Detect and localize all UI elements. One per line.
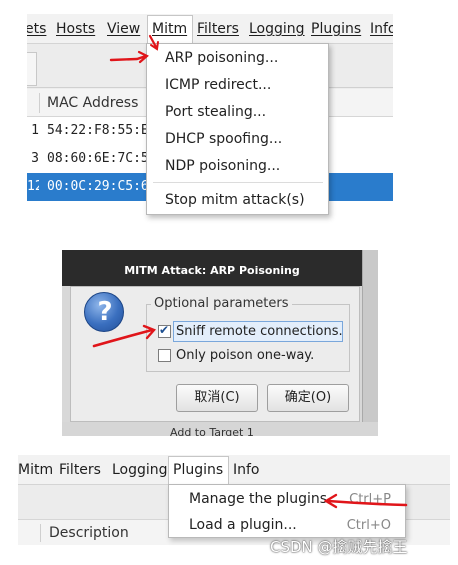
column-separator[interactable]: [40, 524, 41, 542]
menu-hosts[interactable]: Hosts: [56, 21, 95, 37]
menu-bar: ets Hosts View Mitm Filters Logging Plug…: [27, 14, 393, 44]
question-glyph: ?: [97, 297, 113, 327]
menu-targets[interactable]: ets: [27, 21, 46, 37]
menu-plugins[interactable]: Plugins: [311, 21, 361, 37]
menu-item-load-plugin[interactable]: Load a plugin...: [189, 517, 297, 533]
optional-parameters-title: Optional parameters: [151, 296, 292, 311]
menu-item-dhcp-spoofing[interactable]: DHCP spoofing...: [165, 131, 282, 147]
menu-item-port-stealing[interactable]: Port stealing...: [165, 104, 266, 120]
dialog-title: MITM Attack: ARP Poisoning: [124, 264, 300, 277]
menu-item-stop-mitm[interactable]: Stop mitm attack(s): [165, 192, 305, 208]
add-to-target-text: Add to Target 1: [170, 426, 254, 436]
menu-filters[interactable]: Filters: [59, 462, 101, 478]
sniff-remote-checkbox[interactable]: [158, 323, 171, 338]
row-mac: 08:60:6E:7C:5: [47, 151, 149, 166]
menu-logging[interactable]: Logging: [112, 462, 168, 478]
menu-item-icmp-redirect[interactable]: ICMP redirect...: [165, 77, 271, 93]
shortcut-ctrl-p: Ctrl+P: [349, 492, 391, 507]
row-index: 1: [31, 123, 39, 138]
plugins-dropdown-menu: Manage the plugins Ctrl+P Load a plugin.…: [168, 484, 406, 538]
column-header-description[interactable]: Description: [49, 525, 129, 541]
menu-filters[interactable]: Filters: [197, 21, 239, 37]
menu-mitm[interactable]: Mitm: [152, 21, 187, 37]
menu-mitm[interactable]: Mitm: [18, 462, 53, 478]
dialog-titlebar: MITM Attack: ARP Poisoning: [62, 250, 378, 286]
csdn-watermark: CSDN @擒贼先擒王: [270, 538, 408, 556]
menu-item-ndp-poisoning[interactable]: NDP poisoning...: [165, 158, 280, 174]
menu-info[interactable]: Info: [370, 21, 393, 37]
menu-plugins[interactable]: Plugins: [173, 462, 223, 478]
one-way-label[interactable]: Only poison one-way.: [176, 348, 314, 363]
menu-bar: Mitm Filters Logging Plugins Info: [18, 455, 450, 485]
ok-button[interactable]: 确定(O): [267, 384, 349, 412]
mitm-dropdown-menu: ARP poisoning... ICMP redirect... Port s…: [146, 43, 329, 215]
menu-info[interactable]: Info: [233, 462, 260, 478]
menu-item-arp-poisoning[interactable]: ARP poisoning...: [165, 50, 278, 66]
shortcut-ctrl-o: Ctrl+O: [346, 518, 391, 533]
row-index: 12: [27, 179, 39, 194]
row-index: 3: [31, 151, 39, 166]
ettercap-main-window: ets Hosts View Mitm Filters Logging Plug…: [27, 14, 393, 236]
menu-separator: [153, 182, 323, 183]
menu-item-manage-plugins[interactable]: Manage the plugins: [189, 491, 327, 507]
cancel-button[interactable]: 取消(C): [176, 384, 258, 412]
menu-logging[interactable]: Logging: [249, 21, 305, 37]
column-separator[interactable]: [39, 93, 40, 113]
question-icon: ?: [84, 292, 124, 332]
background-window-edge: [362, 250, 378, 436]
row-mac: 00:0C:29:C5:6: [47, 179, 149, 194]
row-mac: 54:22:F8:55:EC: [47, 123, 157, 138]
menu-view[interactable]: View: [107, 21, 140, 37]
column-header-mac[interactable]: MAC Address: [47, 95, 138, 111]
one-way-checkbox[interactable]: [158, 349, 171, 362]
arp-poisoning-dialog-window: MITM Attack: ARP Poisoning ? Optional pa…: [62, 250, 378, 436]
host-list-tab[interactable]: [27, 52, 37, 86]
sniff-remote-label[interactable]: Sniff remote connections.: [176, 324, 343, 339]
